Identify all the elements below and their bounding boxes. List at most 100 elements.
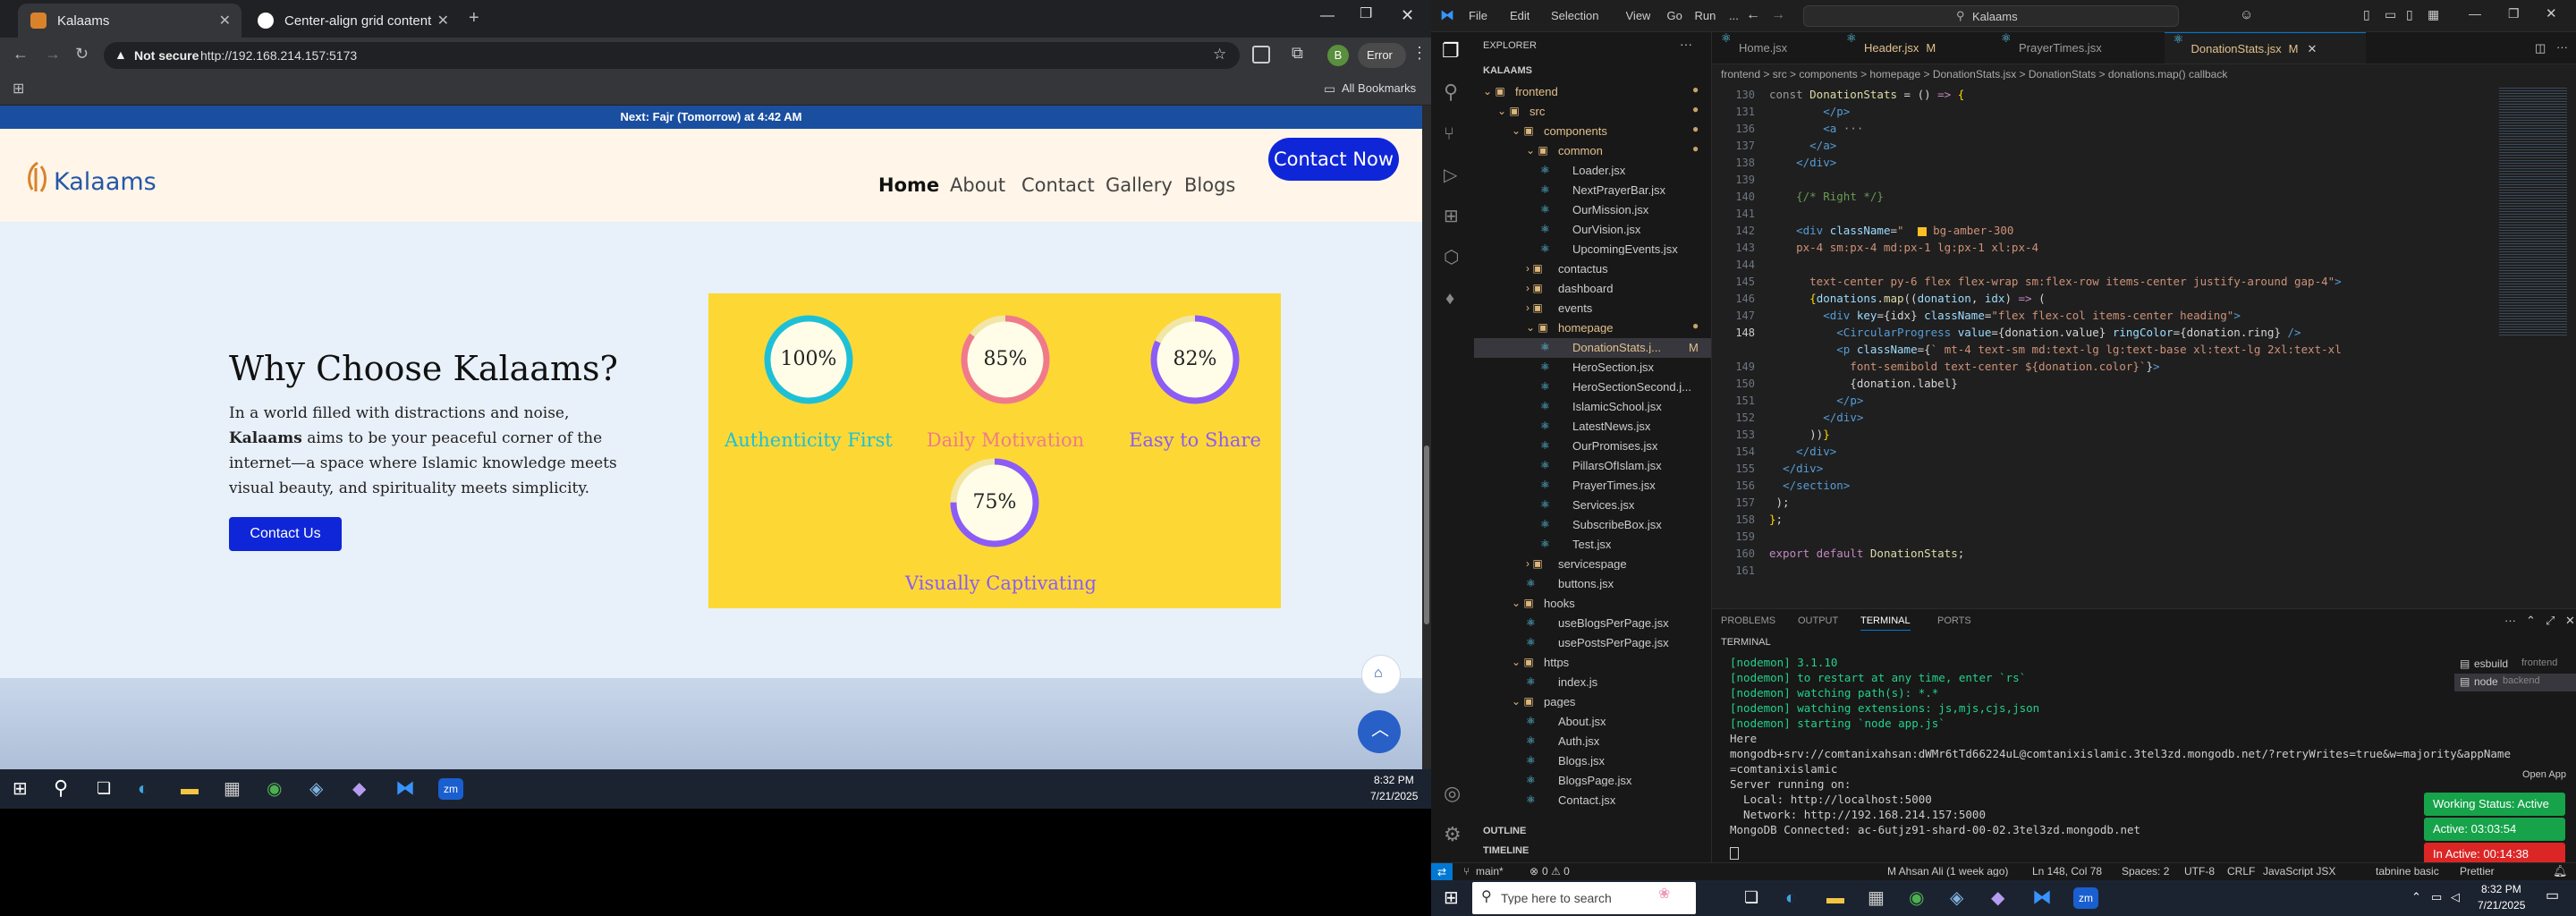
scroll-thumb[interactable] bbox=[1424, 445, 1429, 624]
copilot-icon[interactable]: ☺ bbox=[2240, 8, 2253, 21]
task-view-icon[interactable]: ❏ bbox=[97, 780, 111, 796]
layout-icon[interactable]: ▦ bbox=[2428, 8, 2439, 21]
indentation[interactable]: Spaces: 2 bbox=[2122, 866, 2169, 877]
task-view-icon[interactable]: ❏ bbox=[1744, 889, 1758, 905]
tree-item[interactable]: ⚛ PillarsOfIslam.jsx bbox=[1474, 456, 1711, 476]
clock-date[interactable]: 7/21/2025 bbox=[1370, 791, 1418, 802]
extension-icon[interactable] bbox=[1252, 46, 1270, 64]
url-text[interactable]: http://192.168.214.157:5173 bbox=[200, 49, 357, 62]
toggle-panel-icon[interactable]: ▭ bbox=[2385, 8, 2396, 21]
menu-item-edit[interactable]: Edit bbox=[1510, 10, 1530, 21]
panel-tab-terminal[interactable]: TERMINAL bbox=[1860, 616, 1911, 631]
forward-icon[interactable]: → bbox=[45, 46, 61, 62]
kebab-menu-icon[interactable]: ⋮ bbox=[1411, 45, 1428, 61]
working-status-badge[interactable]: Working Status: Active bbox=[2424, 793, 2565, 816]
cursor-position[interactable]: Ln 148, Col 78 bbox=[2032, 866, 2102, 877]
tree-item[interactable]: ⚛ HeroSection.jsx bbox=[1474, 358, 1711, 377]
tree-item[interactable]: ⚛ OurPromises.jsx bbox=[1474, 437, 1711, 456]
tree-item[interactable]: ⚛ DonationStats.j... M bbox=[1474, 338, 1711, 358]
tree-item[interactable]: ⚛ Test.jsx bbox=[1474, 535, 1711, 555]
command-center[interactable]: ⚲ Kalaams bbox=[1803, 5, 2179, 27]
problems-count[interactable]: 0 ⚠ 0 bbox=[1542, 866, 1570, 877]
tree-item[interactable]: ⚛ NextPrayerBar.jsx bbox=[1474, 181, 1711, 200]
tree-item[interactable]: ⌄ ▣ pages bbox=[1474, 692, 1711, 712]
minimize-window-icon[interactable]: — bbox=[1320, 9, 1335, 23]
error-badge[interactable]: Error bbox=[1358, 43, 1406, 68]
tray-chevron-icon[interactable]: ⌃ bbox=[2411, 891, 2421, 903]
nav-home[interactable]: Home bbox=[878, 174, 939, 196]
menu-item-file[interactable]: File bbox=[1469, 10, 1487, 21]
not-secure-label[interactable]: Not secure bbox=[134, 49, 199, 62]
editor-tab[interactable]: ⚛ Home.jsx bbox=[1712, 32, 1837, 64]
edge-icon[interactable]: ◐ bbox=[138, 780, 148, 798]
tabnine-status[interactable]: tabnine basic bbox=[2376, 866, 2439, 877]
tree-item[interactable]: ⚛ Services.jsx bbox=[1474, 496, 1711, 515]
toggle-secondary-icon[interactable]: ▯ bbox=[2406, 8, 2413, 21]
tree-item[interactable]: ⚛ useBlogsPerPage.jsx bbox=[1474, 614, 1711, 633]
open-app-label[interactable]: Open App bbox=[2522, 770, 2566, 780]
github-desktop-icon[interactable]: ◆ bbox=[352, 780, 366, 798]
tree-item[interactable]: › ▣ events bbox=[1474, 299, 1711, 318]
timeline-section[interactable]: TIMELINE bbox=[1483, 846, 1529, 856]
workspace-root[interactable]: KALAAMS bbox=[1483, 66, 1532, 76]
browser-tab-center-align[interactable]: Center-align grid content ✕ bbox=[245, 4, 460, 38]
tree-item[interactable]: ⚛ HeroSectionSecond.j... bbox=[1474, 377, 1711, 397]
page-scrollbar[interactable] bbox=[1422, 106, 1431, 769]
address-bar[interactable]: ▲ Not secure http://192.168.214.157:5173… bbox=[104, 42, 1240, 69]
command-center-text[interactable]: Kalaams bbox=[1972, 11, 2018, 22]
editor-tab[interactable]: ⚛ DonationStats.jsx M ✕ bbox=[2164, 32, 2366, 64]
remote-icon[interactable]: ⬡ bbox=[1444, 249, 1459, 267]
tree-item[interactable]: ⌄ ▣ components ● bbox=[1474, 122, 1711, 141]
remote-indicator-icon[interactable]: ⇄ bbox=[1431, 863, 1453, 880]
breadcrumb-path[interactable]: frontend > src > components > homepage >… bbox=[1721, 69, 2227, 80]
close-tab-icon[interactable]: ✕ bbox=[219, 12, 231, 30]
zoom-icon[interactable]: zm bbox=[438, 778, 463, 800]
outline-section[interactable]: OUTLINE bbox=[1483, 827, 1526, 836]
tree-item[interactable]: ⌄ ▣ src ● bbox=[1474, 102, 1711, 122]
app-icon[interactable]: ◈ bbox=[1950, 889, 1963, 907]
menu-item-run[interactable]: Run bbox=[1695, 10, 1716, 21]
account-icon[interactable]: ◎ bbox=[1444, 784, 1461, 803]
search-icon[interactable]: ⚲ bbox=[54, 778, 68, 798]
tree-item[interactable]: ⚛ OurVision.jsx bbox=[1474, 220, 1711, 240]
nav-about[interactable]: About bbox=[950, 174, 1005, 196]
tree-item[interactable]: › ▣ contactus bbox=[1474, 259, 1711, 279]
start-windows-icon[interactable]: ⊞ bbox=[1444, 889, 1459, 907]
tree-item[interactable]: ⚛ Loader.jsx bbox=[1474, 161, 1711, 181]
minimap[interactable] bbox=[2499, 86, 2567, 336]
terminal-instance[interactable]: ▤ esbuild frontend bbox=[2454, 656, 2576, 674]
network-icon[interactable]: ▭ bbox=[2431, 891, 2442, 903]
reload-icon[interactable]: ↻ bbox=[75, 46, 89, 62]
more-actions-icon[interactable]: ··· bbox=[2556, 41, 2568, 53]
menu-item-view[interactable]: View bbox=[1626, 10, 1651, 21]
menu-item-[interactable]: ... bbox=[1729, 10, 1739, 21]
chrome-icon[interactable]: ◉ bbox=[1909, 889, 1924, 907]
editor-tab[interactable]: ⚛ Header.jsx M bbox=[1837, 32, 1992, 64]
code-editor[interactable]: 130 131 136 137 138 139 140 141 142 143 144 145 146 1… bbox=[1712, 86, 2576, 608]
file-explorer-icon[interactable]: ▬ bbox=[1826, 889, 1844, 907]
language-mode[interactable]: JavaScript JSX bbox=[2263, 866, 2335, 877]
encoding[interactable]: UTF-8 bbox=[2184, 866, 2215, 877]
tree-item[interactable]: ⚛ buttons.jsx bbox=[1474, 574, 1711, 594]
tree-item[interactable]: ⌄ ▣ hooks bbox=[1474, 594, 1711, 614]
app-icon[interactable]: ◈ bbox=[309, 780, 323, 798]
git-blame[interactable]: M Ahsan Ali (1 week ago) bbox=[1887, 866, 2008, 877]
tree-item[interactable]: ⚛ OurMission.jsx bbox=[1474, 200, 1711, 220]
toggle-sidebar-icon[interactable]: ▯ bbox=[2363, 8, 2370, 21]
tree-item[interactable]: ⚛ Auth.jsx bbox=[1474, 732, 1711, 751]
kalaams-logo-icon[interactable] bbox=[20, 159, 55, 195]
brand-name[interactable]: Kalaams bbox=[54, 170, 157, 194]
menu-item-selection[interactable]: Selection bbox=[1551, 10, 1598, 21]
new-tab-icon[interactable]: + bbox=[469, 9, 479, 27]
panel-tab-ports[interactable]: PORTS bbox=[1937, 616, 1971, 626]
prettier-status[interactable]: Prettier bbox=[2460, 866, 2495, 877]
contact-now-button[interactable]: Contact Now bbox=[1268, 138, 1399, 181]
scroll-to-top-button[interactable]: ︿ bbox=[1358, 710, 1401, 753]
terminal-instance[interactable]: ▤ node backend bbox=[2454, 674, 2576, 691]
nav-forward-icon[interactable]: → bbox=[1771, 8, 1785, 22]
tree-item[interactable]: ⚛ BlogsPage.jsx bbox=[1474, 771, 1711, 791]
leaf-icon[interactable]: ♦ bbox=[1445, 290, 1454, 308]
back-icon[interactable]: ← bbox=[13, 46, 29, 62]
panel-tab-problems[interactable]: PROBLEMS bbox=[1721, 616, 1775, 626]
nav-blogs[interactable]: Blogs bbox=[1184, 174, 1235, 196]
